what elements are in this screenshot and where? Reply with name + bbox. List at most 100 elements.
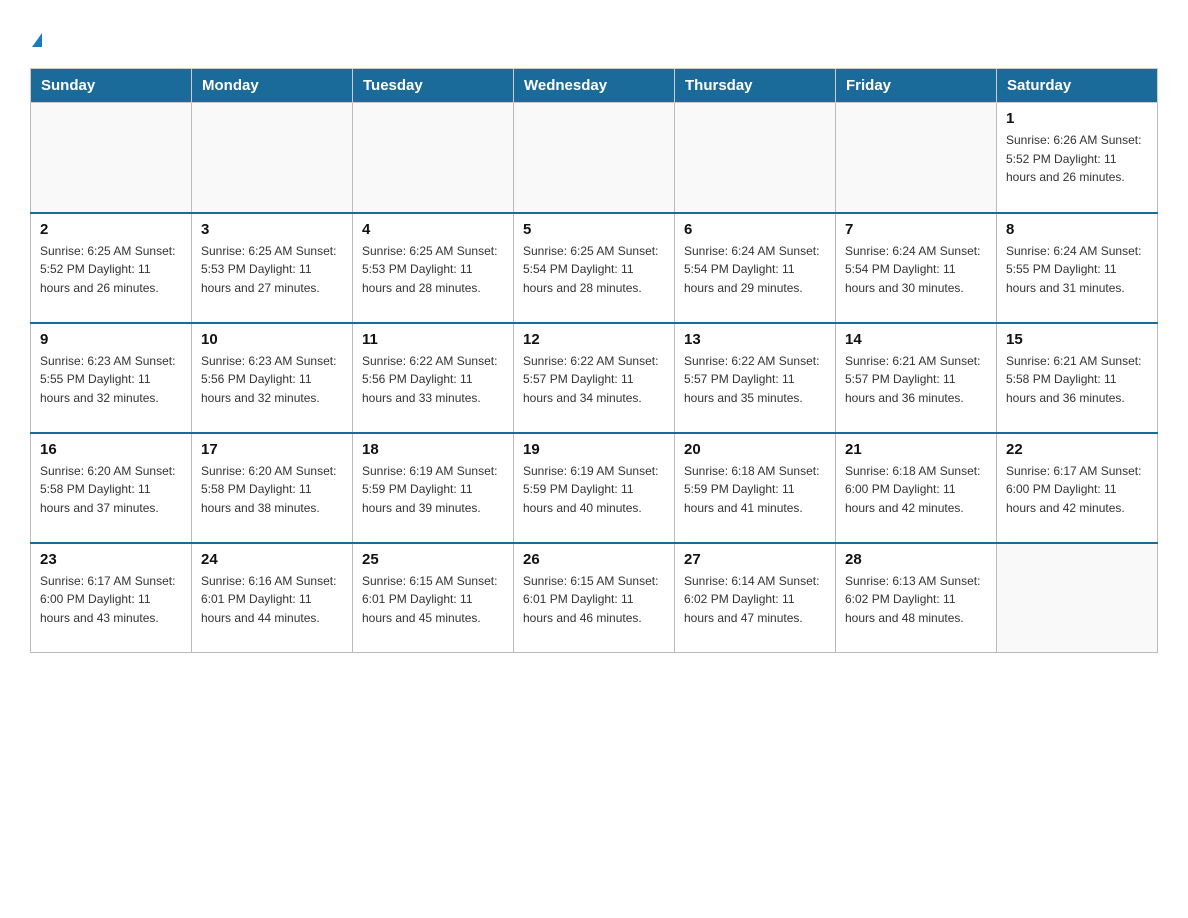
weekday-header-wednesday: Wednesday <box>514 69 675 103</box>
day-number: 14 <box>845 331 987 348</box>
day-info: Sunrise: 6:17 AM Sunset: 6:00 PM Dayligh… <box>1006 462 1148 518</box>
calendar-week-row: 1 Sunrise: 6:26 AM Sunset: 5:52 PM Daylig… <box>31 103 1158 213</box>
day-number: 8 <box>1006 221 1148 238</box>
day-number: 23 <box>40 551 182 568</box>
logo <box>30 28 42 52</box>
day-info: Sunrise: 6:16 AM Sunset: 6:01 PM Dayligh… <box>201 572 343 628</box>
day-info: Sunrise: 6:25 AM Sunset: 5:54 PM Dayligh… <box>523 242 665 298</box>
calendar-day-cell <box>31 103 192 213</box>
day-number: 5 <box>523 221 665 238</box>
day-number: 22 <box>1006 441 1148 458</box>
calendar-day-cell: 11 Sunrise: 6:22 AM Sunset: 5:56 PM Dayli… <box>353 323 514 433</box>
day-number: 2 <box>40 221 182 238</box>
calendar-day-cell: 8 Sunrise: 6:24 AM Sunset: 5:55 PM Daylig… <box>997 213 1158 323</box>
day-number: 16 <box>40 441 182 458</box>
day-info: Sunrise: 6:19 AM Sunset: 5:59 PM Dayligh… <box>362 462 504 518</box>
day-info: Sunrise: 6:20 AM Sunset: 5:58 PM Dayligh… <box>40 462 182 518</box>
day-info: Sunrise: 6:23 AM Sunset: 5:55 PM Dayligh… <box>40 352 182 408</box>
calendar-day-cell: 7 Sunrise: 6:24 AM Sunset: 5:54 PM Daylig… <box>836 213 997 323</box>
day-info: Sunrise: 6:25 AM Sunset: 5:52 PM Dayligh… <box>40 242 182 298</box>
day-info: Sunrise: 6:15 AM Sunset: 6:01 PM Dayligh… <box>362 572 504 628</box>
day-number: 13 <box>684 331 826 348</box>
calendar-day-cell <box>836 103 997 213</box>
calendar-day-cell: 13 Sunrise: 6:22 AM Sunset: 5:57 PM Dayli… <box>675 323 836 433</box>
weekday-header-row: SundayMondayTuesdayWednesdayThursdayFrid… <box>31 69 1158 103</box>
calendar-day-cell: 17Sunrise: 6:20 AM Sunset: 5:58 PM Dayli… <box>192 433 353 543</box>
day-number: 11 <box>362 331 504 348</box>
day-info: Sunrise: 6:14 AM Sunset: 6:02 PM Dayligh… <box>684 572 826 628</box>
logo-triangle-icon <box>32 33 42 47</box>
day-number: 19 <box>523 441 665 458</box>
day-info: Sunrise: 6:19 AM Sunset: 5:59 PM Dayligh… <box>523 462 665 518</box>
calendar-table: SundayMondayTuesdayWednesdayThursdayFrid… <box>30 68 1158 653</box>
calendar-day-cell: 15 Sunrise: 6:21 AM Sunset: 5:58 PM Dayli… <box>997 323 1158 433</box>
day-info: Sunrise: 6:24 AM Sunset: 5:55 PM Dayligh… <box>1006 242 1148 298</box>
day-number: 17 <box>201 441 343 458</box>
day-number: 1 <box>1006 110 1148 127</box>
day-info: Sunrise: 6:22 AM Sunset: 5:57 PM Dayligh… <box>684 352 826 408</box>
day-info: Sunrise: 6:17 AM Sunset: 6:00 PM Dayligh… <box>40 572 182 628</box>
day-number: 20 <box>684 441 826 458</box>
day-info: Sunrise: 6:25 AM Sunset: 5:53 PM Dayligh… <box>201 242 343 298</box>
day-info: Sunrise: 6:13 AM Sunset: 6:02 PM Dayligh… <box>845 572 987 628</box>
day-number: 28 <box>845 551 987 568</box>
calendar-day-cell: 14 Sunrise: 6:21 AM Sunset: 5:57 PM Dayli… <box>836 323 997 433</box>
day-number: 26 <box>523 551 665 568</box>
calendar-day-cell: 4 Sunrise: 6:25 AM Sunset: 5:53 PM Daylig… <box>353 213 514 323</box>
calendar-day-cell: 21 Sunrise: 6:18 AM Sunset: 6:00 PM Dayli… <box>836 433 997 543</box>
day-number: 6 <box>684 221 826 238</box>
day-number: 3 <box>201 221 343 238</box>
weekday-header-saturday: Saturday <box>997 69 1158 103</box>
day-info: Sunrise: 6:24 AM Sunset: 5:54 PM Dayligh… <box>684 242 826 298</box>
calendar-day-cell: 22 Sunrise: 6:17 AM Sunset: 6:00 PM Dayli… <box>997 433 1158 543</box>
day-number: 18 <box>362 441 504 458</box>
calendar-day-cell: 24 Sunrise: 6:16 AM Sunset: 6:01 PM Dayli… <box>192 543 353 653</box>
day-number: 25 <box>362 551 504 568</box>
weekday-header-tuesday: Tuesday <box>353 69 514 103</box>
weekday-header-monday: Monday <box>192 69 353 103</box>
day-number: 10 <box>201 331 343 348</box>
day-info: Sunrise: 6:15 AM Sunset: 6:01 PM Dayligh… <box>523 572 665 628</box>
calendar-day-cell: 28 Sunrise: 6:13 AM Sunset: 6:02 PM Dayli… <box>836 543 997 653</box>
calendar-day-cell: 5 Sunrise: 6:25 AM Sunset: 5:54 PM Daylig… <box>514 213 675 323</box>
calendar-day-cell: 9 Sunrise: 6:23 AM Sunset: 5:55 PM Daylig… <box>31 323 192 433</box>
calendar-day-cell: 18 Sunrise: 6:19 AM Sunset: 5:59 PM Dayli… <box>353 433 514 543</box>
calendar-week-row: 9 Sunrise: 6:23 AM Sunset: 5:55 PM Daylig… <box>31 323 1158 433</box>
day-number: 9 <box>40 331 182 348</box>
calendar-day-cell: 6 Sunrise: 6:24 AM Sunset: 5:54 PM Daylig… <box>675 213 836 323</box>
calendar-week-row: 16 Sunrise: 6:20 AM Sunset: 5:58 PM Dayli… <box>31 433 1158 543</box>
day-number: 21 <box>845 441 987 458</box>
day-info: Sunrise: 6:21 AM Sunset: 5:58 PM Dayligh… <box>1006 352 1148 408</box>
day-number: 15 <box>1006 331 1148 348</box>
calendar-day-cell: 10 Sunrise: 6:23 AM Sunset: 5:56 PM Dayli… <box>192 323 353 433</box>
calendar-week-row: 23 Sunrise: 6:17 AM Sunset: 6:00 PM Dayli… <box>31 543 1158 653</box>
calendar-day-cell: 12 Sunrise: 6:22 AM Sunset: 5:57 PM Dayli… <box>514 323 675 433</box>
calendar-day-cell: 20 Sunrise: 6:18 AM Sunset: 5:59 PM Dayli… <box>675 433 836 543</box>
day-number: 7 <box>845 221 987 238</box>
calendar-day-cell: 1 Sunrise: 6:26 AM Sunset: 5:52 PM Daylig… <box>997 103 1158 213</box>
day-info: Sunrise: 6:22 AM Sunset: 5:56 PM Dayligh… <box>362 352 504 408</box>
day-info: Sunrise: 6:25 AM Sunset: 5:53 PM Dayligh… <box>362 242 504 298</box>
day-number: 12 <box>523 331 665 348</box>
calendar-day-cell: 19 Sunrise: 6:19 AM Sunset: 5:59 PM Dayli… <box>514 433 675 543</box>
calendar-day-cell: 26 Sunrise: 6:15 AM Sunset: 6:01 PM Dayli… <box>514 543 675 653</box>
day-info: Sunrise: 6:26 AM Sunset: 5:52 PM Dayligh… <box>1006 131 1148 187</box>
calendar-day-cell <box>514 103 675 213</box>
day-info: Sunrise: 6:24 AM Sunset: 5:54 PM Dayligh… <box>845 242 987 298</box>
weekday-header-thursday: Thursday <box>675 69 836 103</box>
day-info: Sunrise: 6:18 AM Sunset: 6:00 PM Dayligh… <box>845 462 987 518</box>
day-info: Sunrise: 6:22 AM Sunset: 5:57 PM Dayligh… <box>523 352 665 408</box>
calendar-day-cell: 25 Sunrise: 6:15 AM Sunset: 6:01 PM Dayli… <box>353 543 514 653</box>
day-number: 24 <box>201 551 343 568</box>
page-header <box>30 24 1158 52</box>
day-info: Sunrise: 6:23 AM Sunset: 5:56 PM Dayligh… <box>201 352 343 408</box>
calendar-day-cell <box>675 103 836 213</box>
calendar-day-cell: 2 Sunrise: 6:25 AM Sunset: 5:52 PM Daylig… <box>31 213 192 323</box>
day-number: 4 <box>362 221 504 238</box>
day-info: Sunrise: 6:21 AM Sunset: 5:57 PM Dayligh… <box>845 352 987 408</box>
calendar-week-row: 2 Sunrise: 6:25 AM Sunset: 5:52 PM Daylig… <box>31 213 1158 323</box>
weekday-header-friday: Friday <box>836 69 997 103</box>
day-info: Sunrise: 6:18 AM Sunset: 5:59 PM Dayligh… <box>684 462 826 518</box>
calendar-day-cell: 3 Sunrise: 6:25 AM Sunset: 5:53 PM Daylig… <box>192 213 353 323</box>
calendar-day-cell: 16 Sunrise: 6:20 AM Sunset: 5:58 PM Dayli… <box>31 433 192 543</box>
